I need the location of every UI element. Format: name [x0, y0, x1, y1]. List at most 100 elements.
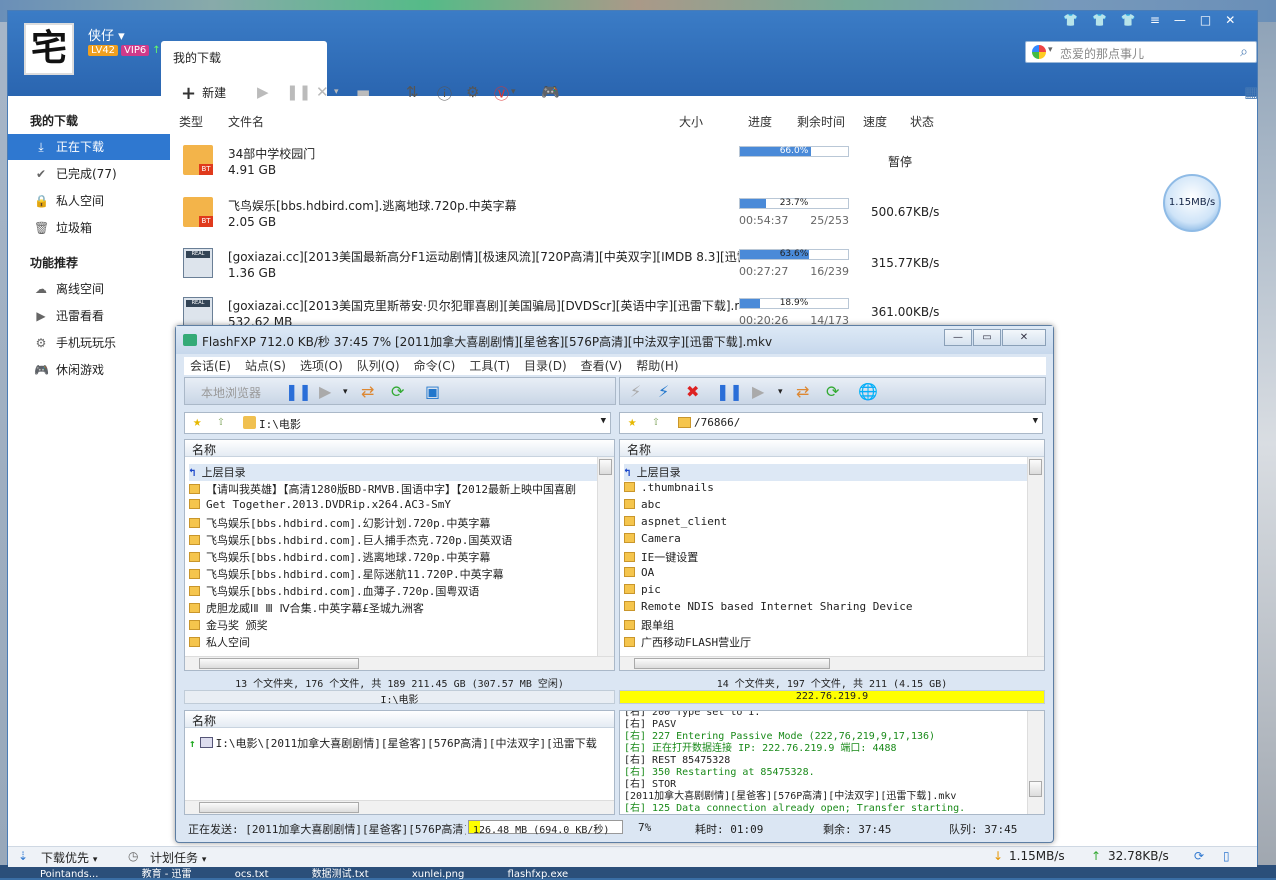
search-engine-icon[interactable] — [1032, 45, 1046, 59]
list-item[interactable]: Camera — [624, 532, 1034, 549]
taskbar-item[interactable]: Pointands... — [40, 869, 98, 880]
scrollbar-thumb[interactable] — [1029, 781, 1042, 797]
list-item[interactable]: pic — [624, 583, 1034, 600]
connect-icon[interactable]: ⚡ — [630, 382, 641, 401]
col-type[interactable]: 类型 — [179, 113, 203, 130]
settings-icon[interactable]: ⚙ — [466, 83, 479, 101]
menu-commands[interactable]: 命令(C) — [414, 357, 456, 374]
star-icon[interactable]: ★ — [628, 414, 636, 430]
schedule-selector[interactable]: 计划任务 ▾ — [150, 849, 206, 866]
list-item[interactable]: 虎胆龙威ⅠⅡ Ⅲ Ⅳ合集.中英字幕£圣城九洲客 — [189, 600, 599, 617]
search-input[interactable]: ▾ 恋爱的那点事儿 ⌕ — [1025, 41, 1257, 63]
list-item[interactable]: aspnet_client — [624, 515, 1034, 532]
panel-icon[interactable]: ▯ — [1223, 849, 1230, 863]
gamepad-icon[interactable]: 🎮 — [541, 83, 560, 101]
taskbar-item[interactable]: xunlei.png — [412, 869, 465, 880]
sidebar-item-mobile[interactable]: ⚙ 手机玩玩乐 — [8, 330, 170, 356]
list-item[interactable]: 飞鸟娱乐[bbs.hdbird.com].逃离地球.720p.中英字幕 — [189, 549, 599, 566]
list-item[interactable]: 广西移动FLASH营业厅 — [624, 634, 1034, 651]
speed-ball[interactable]: 1.15MB/s — [1163, 174, 1221, 232]
horizontal-scrollbar[interactable] — [185, 656, 614, 670]
list-item[interactable]: Remote NDIS based Internet Sharing Devic… — [624, 600, 1034, 617]
vertical-scrollbar[interactable] — [1027, 711, 1044, 814]
log-panel[interactable]: [右] 200 Type set to I. [右] PASV [右] 227 … — [619, 710, 1045, 815]
horizontal-scrollbar[interactable] — [620, 656, 1044, 670]
queue-list[interactable]: 名称 ↑ I:\电影\[2011加拿大喜剧剧情][星爸客][576P高清][中法双… — [184, 710, 615, 815]
maximize-icon[interactable]: ▭ — [973, 329, 1001, 346]
remote-file-list[interactable]: 名称 ↰ 上层目录 .thumbnails abc aspnet_client C… — [619, 439, 1045, 671]
col-remaining[interactable]: 剩余时间 — [797, 113, 845, 130]
local-path-selector[interactable]: ★ ⇧ I:\电影 ▼ — [184, 412, 611, 434]
col-speed[interactable]: 速度 — [863, 113, 887, 130]
star-icon[interactable]: ★ — [193, 414, 201, 430]
sidebar-item-offline[interactable]: ☁ 离线空间 — [8, 276, 170, 302]
menu-view[interactable]: 查看(V) — [581, 357, 623, 374]
info-icon[interactable]: ⓘ — [437, 83, 452, 104]
col-progress[interactable]: 进度 — [748, 113, 772, 130]
menu-tools[interactable]: 工具(T) — [469, 357, 510, 374]
transfer-icon[interactable]: ⇄ — [796, 382, 809, 401]
menu-icon[interactable]: ≡ — [1150, 13, 1174, 27]
list-item[interactable]: 飞鸟娱乐[bbs.hdbird.com].巨人捕手杰克.720p.国英双语 — [189, 532, 599, 549]
scrollbar-thumb[interactable] — [634, 658, 830, 669]
vip-icon[interactable]: Ⓥ — [494, 83, 509, 104]
globe-icon[interactable]: 🌐 — [858, 382, 878, 401]
list-item[interactable]: 私人空间 — [189, 634, 599, 651]
disconnect-icon[interactable]: ⚡ — [658, 382, 669, 401]
queue-item[interactable]: ↑ I:\电影\[2011加拿大喜剧剧情][星爸客][576P高清][中法双字][… — [189, 735, 599, 752]
pause-icon[interactable]: ❚❚ — [286, 83, 311, 101]
local-list-header[interactable]: 名称 — [185, 440, 614, 457]
username[interactable]: 侠仔 ▾ — [88, 25, 125, 44]
list-item[interactable]: .thumbnails — [624, 481, 1034, 498]
queue-header[interactable]: 名称 — [185, 711, 614, 728]
transfer-icon[interactable]: ⇄ — [361, 382, 374, 401]
skin-icon[interactable]: 👕 — [1092, 13, 1121, 27]
list-item[interactable]: IE一键设置 — [624, 549, 1034, 566]
computer-icon[interactable]: ▣ — [425, 382, 440, 401]
taskbar-item[interactable]: 教育 - 迅雷 — [142, 869, 192, 880]
chevron-down-icon[interactable]: ▾ — [343, 387, 348, 397]
menu-help[interactable]: 帮助(H) — [636, 357, 678, 374]
sidebar-item-games[interactable]: 🎮 休闲游戏 — [8, 357, 170, 383]
col-name[interactable]: 文件名 — [228, 113, 264, 130]
menu-queue[interactable]: 队列(Q) — [357, 357, 400, 374]
play-icon[interactable]: ▶ — [752, 382, 764, 401]
list-item[interactable]: 飞鸟娱乐[bbs.hdbird.com].血薄子.720p.国粤双语 — [189, 583, 599, 600]
menu-options[interactable]: 选项(O) — [300, 357, 343, 374]
list-item[interactable]: ↰ 上层目录 — [624, 464, 1034, 481]
close-icon[interactable]: ✕ — [1002, 329, 1046, 346]
skin-icon[interactable]: 👕 — [1063, 13, 1092, 27]
list-item[interactable]: Get Together.2013.DVDRip.x264.AC3-SmY — [189, 498, 599, 515]
scrollbar-thumb[interactable] — [199, 658, 359, 669]
up-folder-icon[interactable]: ⇧ — [217, 414, 225, 429]
sidebar-item-private[interactable]: 🔒 私人空间 — [8, 188, 170, 214]
up-folder-icon[interactable]: ⇧ — [652, 414, 660, 429]
remote-list-header[interactable]: 名称 — [620, 440, 1044, 457]
play-icon[interactable]: ▶ — [319, 382, 331, 401]
new-task-button[interactable]: + 新建 — [181, 83, 226, 104]
taskbar-item[interactable]: ocs.txt — [235, 869, 269, 880]
menu-directory[interactable]: 目录(D) — [524, 357, 567, 374]
scrollbar-thumb[interactable] — [599, 459, 612, 475]
sidebar-item-completed[interactable]: ✔ 已完成(77) — [8, 161, 170, 187]
list-item[interactable]: OA — [624, 566, 1034, 583]
pause-icon[interactable]: ❚❚ — [285, 382, 312, 401]
delete-icon[interactable]: ✕ — [316, 83, 329, 101]
folder-icon[interactable]: ▬ — [356, 83, 370, 101]
chevron-down-icon[interactable]: ▾ — [511, 87, 516, 97]
list-item[interactable]: abc — [624, 498, 1034, 515]
vertical-scrollbar[interactable] — [1027, 457, 1044, 656]
list-item[interactable]: 跟单组 — [624, 617, 1034, 634]
table-row[interactable]: BT 34部中学校园门 4.91 GB 66.0% 暂停 — [171, 139, 1071, 189]
list-item[interactable]: 【请叫我英雄】【高清1280版BD-RMVB.国语中字】【2012最新上映中国喜… — [189, 481, 599, 498]
list-item[interactable]: 飞鸟娱乐[bbs.hdbird.com].星际迷航11.720P.中英字幕 — [189, 566, 599, 583]
refresh-icon[interactable]: ⟳ — [1194, 849, 1204, 863]
list-item[interactable]: 飞鸟娱乐[bbs.hdbird.com].幻影计划.720p.中英字幕 — [189, 515, 599, 532]
grid-view-icon[interactable]: ▦ — [1244, 83, 1258, 101]
minimize-icon[interactable]: — — [944, 329, 972, 346]
chevron-down-icon[interactable]: ▾ — [778, 387, 783, 397]
flashfxp-titlebar[interactable]: FlashFXP 712.0 KB/秒 37:45 7% [2011加拿大喜剧剧… — [176, 326, 1053, 354]
chevron-down-icon[interactable]: ▾ — [334, 87, 339, 97]
abort-icon[interactable]: ✖ — [686, 382, 699, 401]
vertical-scrollbar[interactable] — [597, 457, 614, 656]
